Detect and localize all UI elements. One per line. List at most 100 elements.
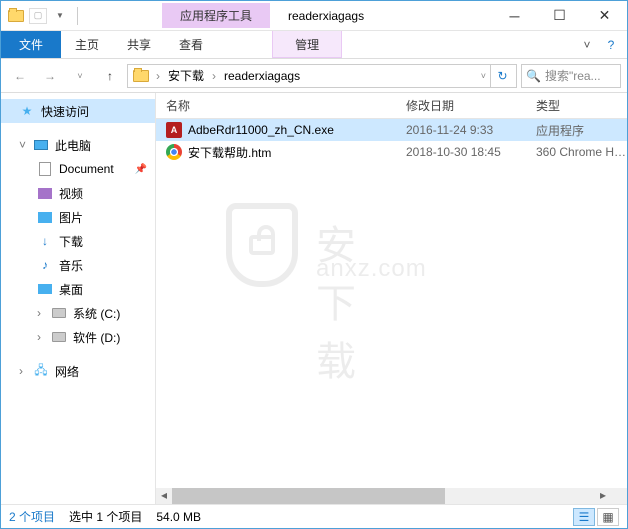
sidebar-item-quick-access[interactable]: ★ 快速访问 xyxy=(1,99,155,123)
share-tab[interactable]: 共享 xyxy=(113,31,165,58)
pc-icon xyxy=(33,137,49,153)
chevron-right-icon[interactable]: › xyxy=(208,69,220,83)
icons-view-button[interactable]: ▦ xyxy=(597,508,619,526)
up-button[interactable]: ↑ xyxy=(97,63,123,89)
chevron-right-icon[interactable]: › xyxy=(152,69,164,83)
sidebar-item-label: 音乐 xyxy=(59,257,83,274)
sidebar-item-music[interactable]: ♪ 音乐 xyxy=(1,253,155,277)
home-tab[interactable]: 主页 xyxy=(61,31,113,58)
scroll-left-icon[interactable]: ◂ xyxy=(156,488,172,504)
sidebar-item-desktop[interactable]: 桌面 xyxy=(1,277,155,301)
watermark-url: anxz.com xyxy=(316,255,427,283)
file-name: AdbeRdr11000_zh_CN.exe xyxy=(188,123,334,137)
folder-icon xyxy=(5,5,27,27)
file-list-pane: 名称 修改日期 类型 A AdbeRdr11000_zh_CN.exe 2016… xyxy=(156,93,627,504)
close-button[interactable]: ✕ xyxy=(582,1,627,30)
back-button[interactable]: ← xyxy=(7,63,33,89)
status-bar: 2 个项目 选中 1 个项目 54.0 MB ☰ ▦ xyxy=(1,504,627,528)
qat-item[interactable]: ▢ xyxy=(29,8,47,24)
sidebar-item-label: 视频 xyxy=(59,185,83,202)
help-icon[interactable]: ? xyxy=(601,38,621,52)
star-icon: ★ xyxy=(19,103,35,119)
sidebar-item-label: Document xyxy=(59,162,114,176)
details-view-button[interactable]: ☰ xyxy=(573,508,595,526)
sidebar-item-label: 桌面 xyxy=(59,281,83,298)
file-name: 安下载帮助.htm xyxy=(188,144,271,161)
horizontal-scrollbar[interactable]: ◂ ▸ xyxy=(156,488,611,504)
qat-dropdown-icon[interactable]: ▼ xyxy=(49,5,71,27)
file-row[interactable]: A AdbeRdr11000_zh_CN.exe 2016-11-24 9:33… xyxy=(156,119,627,141)
file-name-cell: A AdbeRdr11000_zh_CN.exe xyxy=(156,122,396,138)
network-icon: 🖧 xyxy=(33,363,49,379)
column-header-name[interactable]: 名称 xyxy=(156,97,396,114)
breadcrumb-segment[interactable]: 安下载 xyxy=(164,67,208,84)
sidebar-item-label: 软件 (D:) xyxy=(73,329,120,346)
sidebar-item-label: 此电脑 xyxy=(55,137,91,154)
sidebar-item-pictures[interactable]: 图片 xyxy=(1,205,155,229)
minimize-button[interactable]: ─ xyxy=(492,1,537,30)
address-bar[interactable]: › 安下载 › readerxiagags ˅ ↻ xyxy=(127,64,517,88)
search-input[interactable]: 🔍 搜索"rea... xyxy=(521,64,621,88)
expand-icon[interactable]: › xyxy=(37,330,45,344)
expand-icon[interactable]: › xyxy=(37,306,45,320)
window-controls: ─ ☐ ✕ xyxy=(492,1,627,30)
manage-tab[interactable]: 管理 xyxy=(272,31,342,58)
expand-ribbon-icon[interactable]: ˅ xyxy=(577,38,597,52)
selection-count: 选中 1 个项目 xyxy=(69,508,142,525)
selection-size: 54.0 MB xyxy=(156,510,201,524)
quick-access-toolbar: ▢ ▼ xyxy=(1,5,82,27)
ribbon-right: ˅ ? xyxy=(577,31,627,58)
watermark: 安下载 anxz.com xyxy=(226,203,298,287)
chrome-icon xyxy=(166,144,182,160)
sidebar-item-label: 系统 (C:) xyxy=(73,305,120,322)
pictures-icon xyxy=(37,209,53,225)
sidebar-item-label: 下载 xyxy=(59,233,83,250)
sidebar-item-videos[interactable]: 视频 xyxy=(1,181,155,205)
sidebar-item-label: 图片 xyxy=(59,209,83,226)
sidebar-item-label: 网络 xyxy=(55,363,79,380)
view-mode-switcher: ☰ ▦ xyxy=(573,508,619,526)
navigation-pane: ★ 快速访问 ˅ 此电脑 Document 📌 视频 图片 ↓ 下载 ♪ 音乐 xyxy=(1,93,156,504)
search-icon: 🔍 xyxy=(526,69,541,83)
adobe-icon: A xyxy=(166,122,182,138)
history-dropdown-icon[interactable]: ˅ xyxy=(477,71,490,81)
drive-icon xyxy=(51,329,67,345)
column-header-type[interactable]: 类型 xyxy=(526,97,627,114)
sidebar-item-network[interactable]: › 🖧 网络 xyxy=(1,359,155,383)
sidebar-item-documents[interactable]: Document 📌 xyxy=(1,157,155,181)
document-icon xyxy=(37,161,53,177)
scrollbar-thumb[interactable] xyxy=(172,488,445,504)
item-count: 2 个项目 xyxy=(9,508,55,525)
folder-icon xyxy=(132,67,150,85)
sidebar-item-drive-c[interactable]: › 系统 (C:) xyxy=(1,301,155,325)
column-header-date[interactable]: 修改日期 xyxy=(396,97,526,114)
expand-icon[interactable]: › xyxy=(19,364,27,378)
file-date-cell: 2018-10-30 18:45 xyxy=(396,145,526,159)
sidebar-item-downloads[interactable]: ↓ 下载 xyxy=(1,229,155,253)
contextual-tab-label: 应用程序工具 xyxy=(162,3,270,28)
window-title: readerxiagags xyxy=(288,9,492,23)
file-date-cell: 2016-11-24 9:33 xyxy=(396,123,526,137)
refresh-icon[interactable]: ↻ xyxy=(490,65,514,87)
recent-dropdown-icon[interactable]: ˅ xyxy=(67,63,93,89)
file-type-cell: 360 Chrome HT... xyxy=(526,145,627,159)
sidebar-item-this-pc[interactable]: ˅ 此电脑 xyxy=(1,133,155,157)
collapse-icon[interactable]: ˅ xyxy=(19,138,27,152)
lock-icon xyxy=(249,235,275,255)
scroll-right-icon[interactable]: ▸ xyxy=(595,488,611,504)
sidebar-item-drive-d[interactable]: › 软件 (D:) xyxy=(1,325,155,349)
forward-button[interactable]: → xyxy=(37,63,63,89)
view-tab[interactable]: 查看 xyxy=(165,31,217,58)
file-type-cell: 应用程序 xyxy=(526,122,627,139)
breadcrumb-segment[interactable]: readerxiagags xyxy=(220,69,304,83)
search-placeholder: 搜索"rea... xyxy=(545,67,601,84)
pin-icon: 📌 xyxy=(135,164,147,175)
column-headers: 名称 修改日期 类型 xyxy=(156,93,627,119)
maximize-button[interactable]: ☐ xyxy=(537,1,582,30)
file-tab[interactable]: 文件 xyxy=(1,31,61,58)
explorer-body: ★ 快速访问 ˅ 此电脑 Document 📌 视频 图片 ↓ 下载 ♪ 音乐 xyxy=(1,93,627,504)
file-name-cell: 安下载帮助.htm xyxy=(156,144,396,161)
ribbon-tabs: 文件 主页 共享 查看 管理 ˅ ? xyxy=(1,31,627,59)
file-row[interactable]: 安下载帮助.htm 2018-10-30 18:45 360 Chrome HT… xyxy=(156,141,627,163)
desktop-icon xyxy=(37,281,53,297)
